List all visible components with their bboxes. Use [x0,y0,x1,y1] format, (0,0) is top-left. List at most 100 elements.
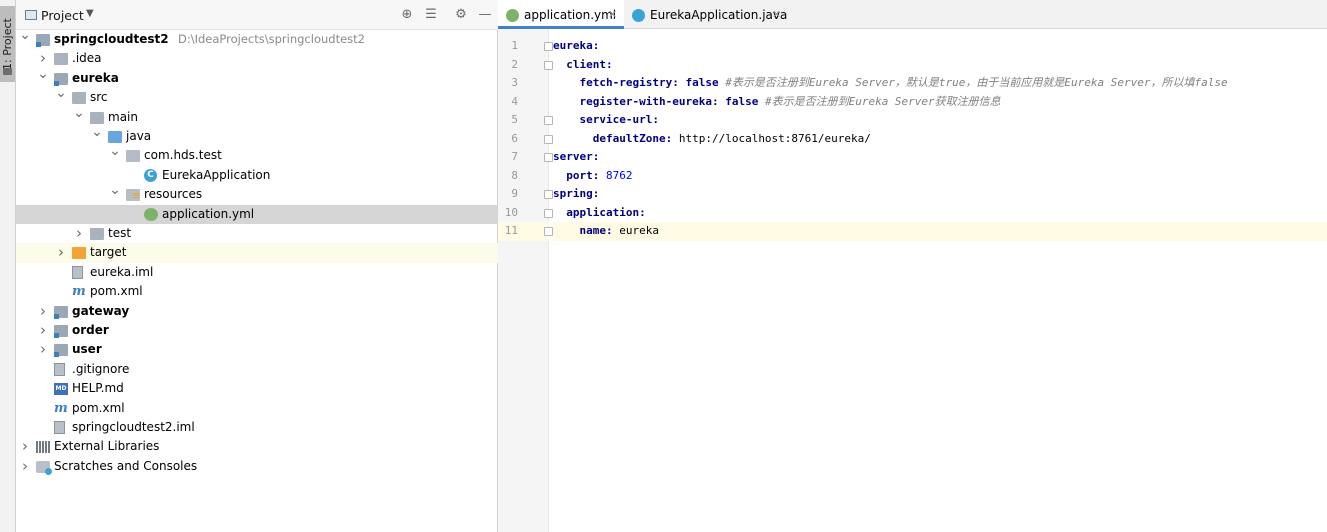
tree-item[interactable]: eureka.iml [16,263,498,282]
line-number: 6 [511,131,518,145]
tree-item-label: EurekaApplication [162,167,271,182]
gear-icon[interactable]: ⚙ [452,6,470,24]
chevron-right-icon[interactable]: › [73,224,85,243]
tree-item[interactable]: ⌄ src [16,85,498,107]
tree-item[interactable]: C EurekaApplication [16,166,498,185]
fold-marker-icon[interactable] [544,42,553,51]
chevron-down-icon[interactable]: ⌄ [91,123,103,142]
code-line[interactable]: spring: [553,185,1327,204]
tree-item[interactable]: › test [16,224,498,243]
chevron-right-icon[interactable]: › [19,457,31,476]
code-line[interactable]: server: [553,148,1327,167]
fold-marker-icon[interactable] [544,60,553,70]
code-line[interactable]: port: 8762 [553,167,1327,186]
chevron-down-icon[interactable]: ▼ [86,8,94,19]
file-icon [72,265,83,279]
code-line[interactable]: application: [553,204,1327,223]
code-line[interactable]: service-url: [553,111,1327,130]
code-line[interactable]: fetch-registry: false #表示是否注册到Eureka Ser… [553,74,1327,93]
tool-window-strip: 1: Project [0,0,16,532]
project-tool-tab-label: 1: Project [1,18,14,70]
code-line[interactable]: client: [553,56,1327,75]
scratch-icon [36,460,52,475]
fold-marker-icon[interactable] [544,153,553,162]
tree-item-label: External Libraries [54,439,160,454]
chevron-down-icon[interactable]: ⌄ [19,26,31,45]
chevron-right-icon[interactable]: › [37,321,49,340]
package-icon [126,150,140,163]
tree-item[interactable]: ⌄ com.hds.test [16,143,498,165]
maven-icon: m [54,400,68,416]
code-token: service-url: [579,113,659,126]
tree-item[interactable]: .gitignore [16,360,498,379]
locate-file-icon[interactable]: ⊕ [398,6,416,24]
tree-item-label: gateway [72,303,130,318]
fold-marker-icon[interactable] [544,134,553,144]
tree-item[interactable]: › user [16,340,498,359]
tree-item[interactable]: ⌄ springcloudtest2 D:\IdeaProjects\springc… [16,27,498,49]
chevron-down-icon[interactable]: ⌄ [109,181,121,200]
code-token: spring: [553,187,600,200]
tree-item[interactable]: › target [16,243,498,263]
chevron-right-icon[interactable]: › [19,437,31,456]
close-icon[interactable]: ✕ [772,0,781,30]
tree-item[interactable]: application.yml [16,204,498,224]
tree-item-label: user [72,342,102,357]
library-icon [36,441,50,454]
chevron-down-icon[interactable]: ⌄ [73,104,85,123]
tree-item-label: Scratches and Consoles [54,458,198,473]
tree-item[interactable]: ⌄ main [16,105,498,127]
tree-item[interactable]: › Scratches and Consoles [16,457,498,476]
tree-item-label: src [90,90,108,105]
collapse-all-icon[interactable]: ☰ [422,6,440,24]
code-token: false [685,76,726,89]
tree-item[interactable]: › gateway [16,302,498,321]
tab-application-yml[interactable]: application.yml ✕ [498,0,624,29]
tree-item[interactable]: › External Libraries [16,437,498,456]
tree-item[interactable]: springcloudtest2.iml [16,418,498,437]
project-view-icon [25,10,37,20]
code-token: register-with-eureka: [579,94,726,108]
editor-area: application.yml ✕ EurekaApplication.java… [498,0,1327,532]
module-folder-icon [54,325,68,338]
close-icon[interactable]: ✕ [608,0,617,30]
chevron-down-icon[interactable]: ⌄ [109,142,121,161]
tab-label: EurekaApplication.java [650,8,788,22]
tree-item[interactable]: m pom.xml [16,282,498,301]
tree-item-label: main [108,109,138,124]
fold-marker-icon[interactable] [544,227,553,236]
fold-marker-icon[interactable] [544,208,553,218]
project-tool-tab[interactable]: 1: Project [0,6,15,82]
project-panel: Project ▼ ⊕ ☰ ⚙ — ⌄ springcloudtest2 D:\Id… [16,0,498,532]
tree-item[interactable]: ⌄ eureka [16,66,498,88]
code-token: defaultZone: [592,131,679,145]
code-line[interactable]: defaultZone: http://localhost:8761/eurek… [553,130,1327,149]
minimize-icon[interactable]: — [476,6,494,24]
code-token: fetch-registry: [579,76,686,89]
tree-item[interactable]: › order [16,321,498,340]
tree-item[interactable]: ⌄ resources [16,182,498,204]
folder-icon [90,228,104,240]
fold-marker-icon[interactable] [544,116,553,125]
chevron-down-icon[interactable]: ⌄ [55,84,67,103]
chevron-right-icon[interactable]: › [37,340,49,359]
code-line[interactable]: register-with-eureka: false #表示是否注册到Eure… [553,93,1327,112]
tree-item[interactable]: m pom.xml [16,399,498,418]
tree-item[interactable]: › .idea [16,49,498,68]
chevron-right-icon[interactable]: › [37,302,49,321]
tree-item[interactable]: ⌄ java [16,124,498,146]
tree-item-label: pom.xml [90,284,143,299]
tree-item-label: pom.xml [72,400,125,415]
chevron-down-icon[interactable]: ⌄ [37,65,49,84]
fold-marker-icon[interactable] [544,190,553,199]
code-line[interactable]: name: eureka [553,222,1327,241]
tree-item[interactable]: MD HELP.md [16,379,498,398]
chevron-right-icon[interactable]: › [55,243,67,262]
line-number: 3 [511,76,518,89]
file-icon [54,362,65,376]
project-view-selector[interactable]: Project [41,8,84,23]
code-line[interactable]: eureka: [553,37,1327,56]
tab-eureka-application-java[interactable]: EurekaApplication.java ✕ [624,0,788,30]
